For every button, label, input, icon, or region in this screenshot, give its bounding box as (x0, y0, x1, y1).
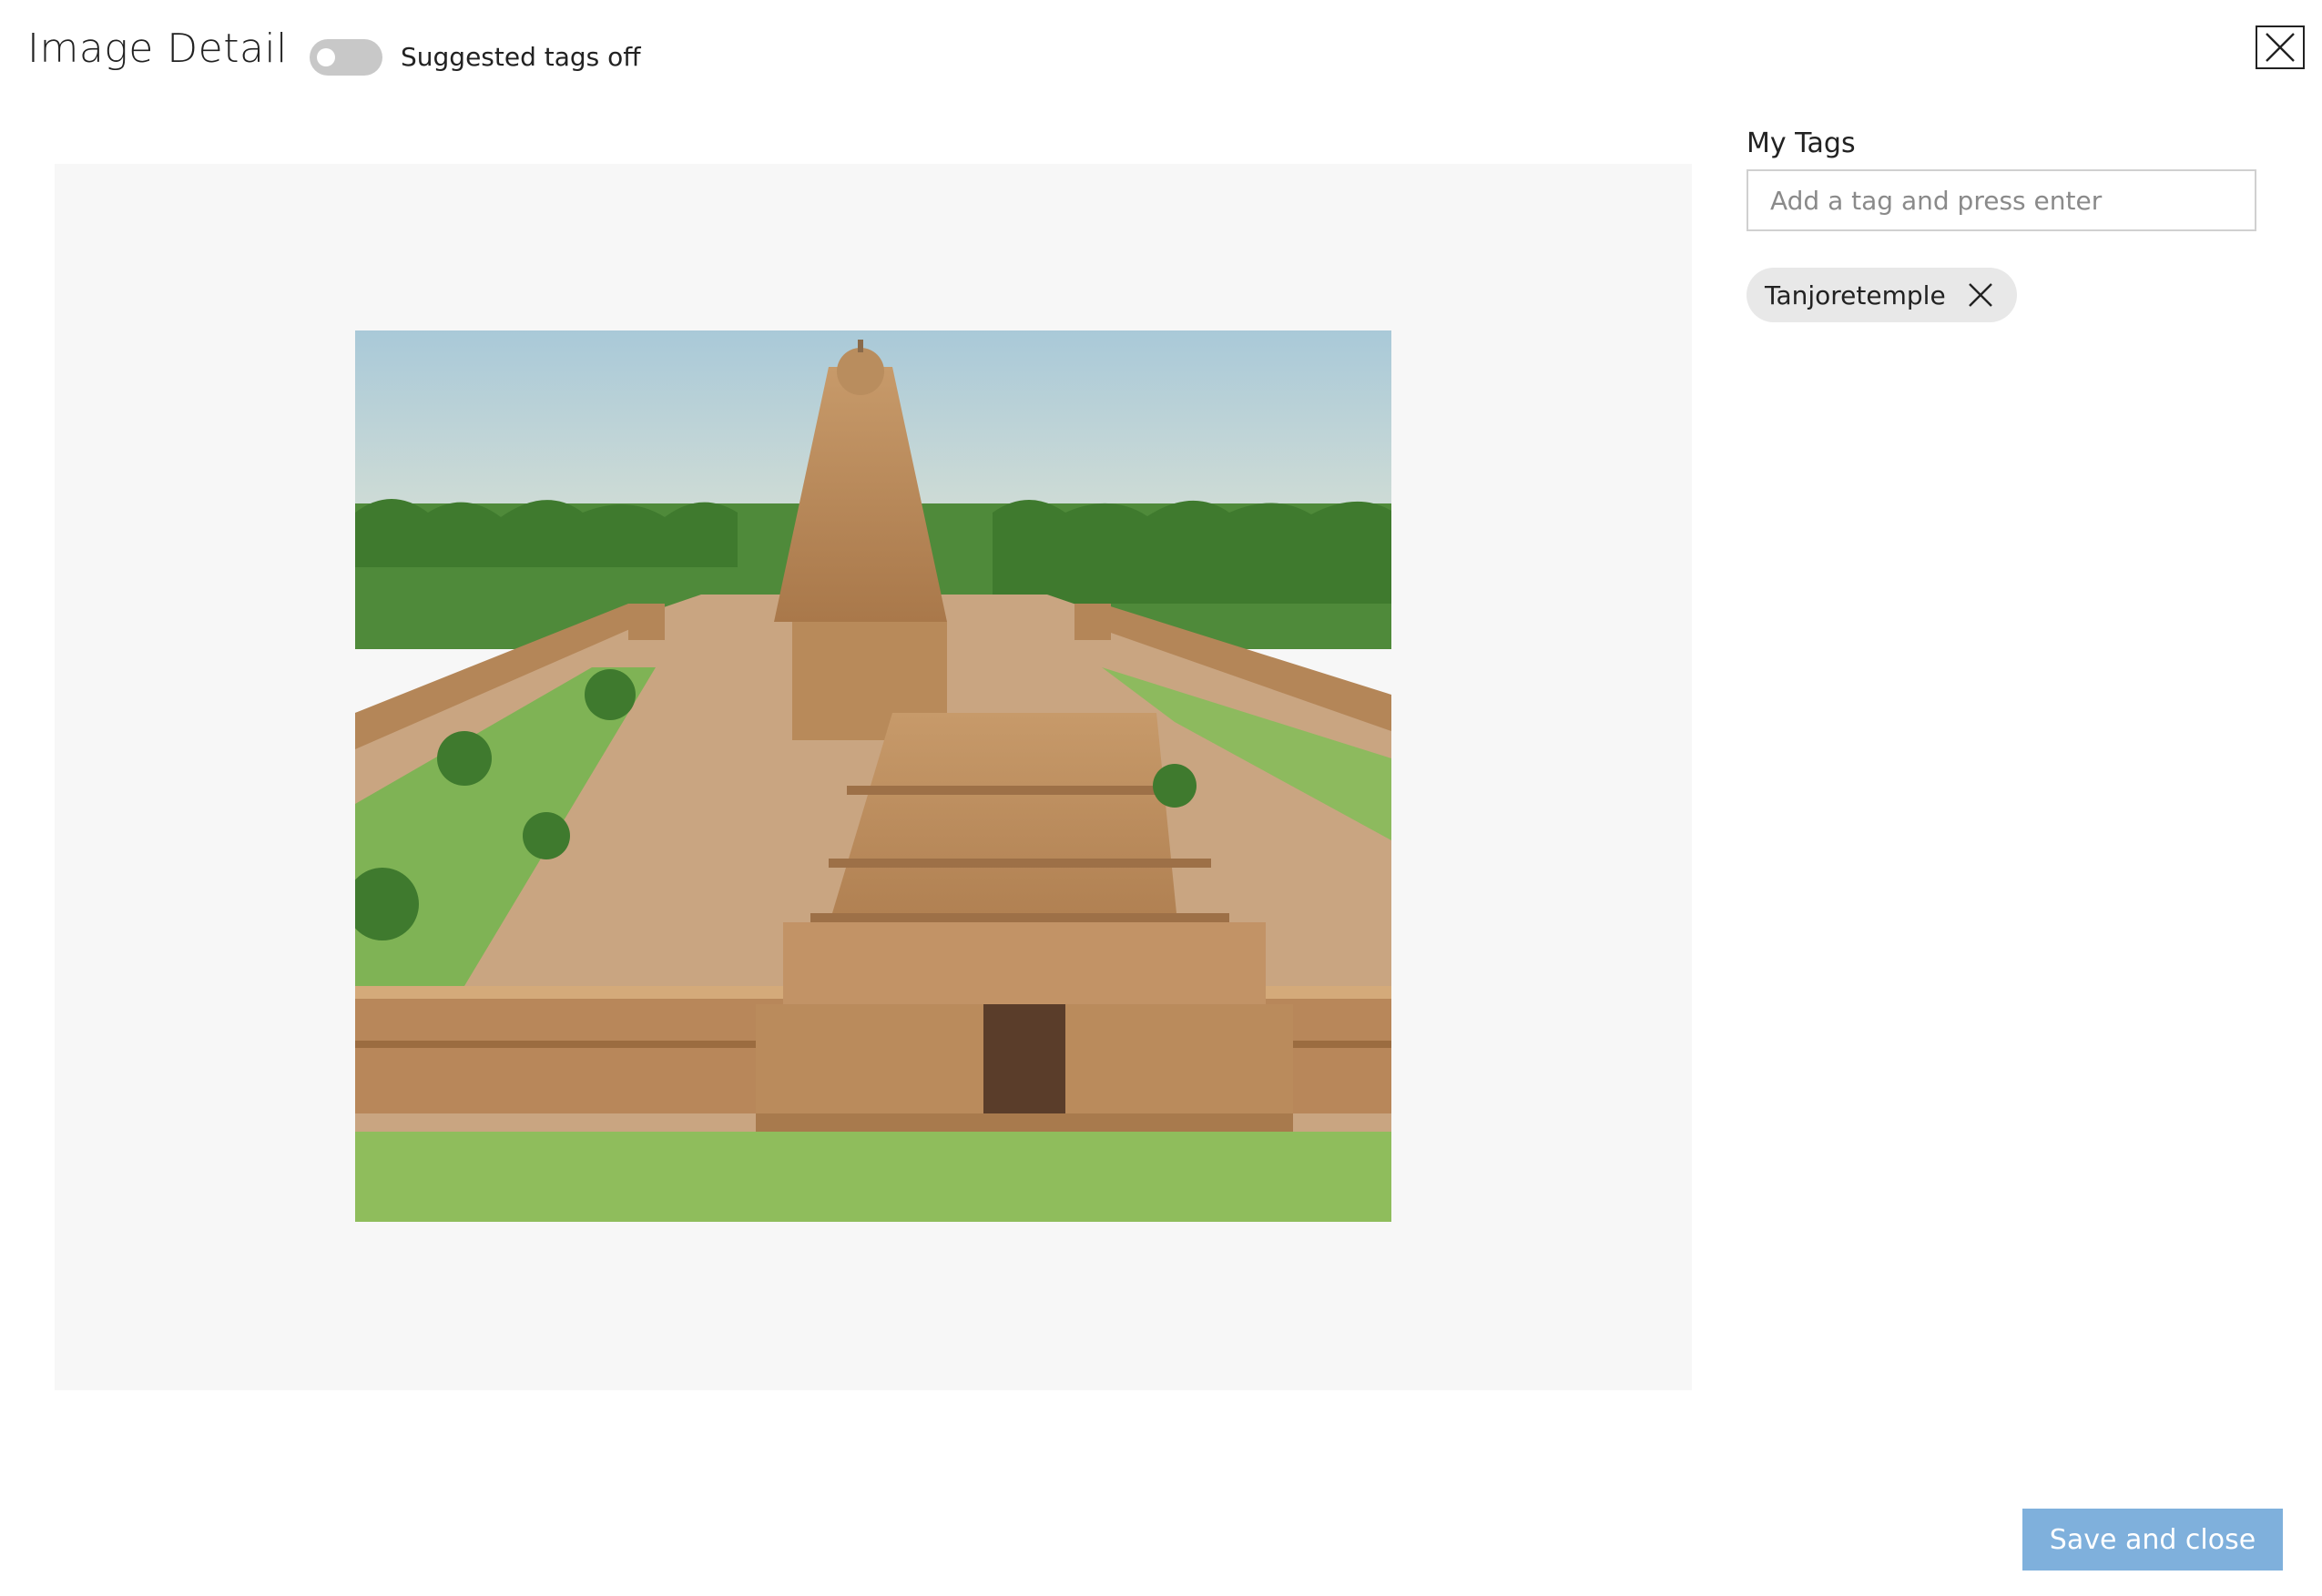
toggle-knob (317, 48, 335, 66)
close-icon (2266, 33, 2295, 62)
save-and-close-button[interactable]: Save and close (2022, 1509, 2283, 1571)
close-icon (1968, 283, 1992, 307)
tag-input[interactable] (1747, 169, 2256, 231)
my-tags-label: My Tags (1747, 127, 1856, 159)
page-title: Image Detail (27, 25, 288, 72)
tag-chip: Tanjoretemple (1747, 268, 2017, 322)
temple-photo (355, 330, 1391, 1222)
suggested-tags-label: Suggested tags off (401, 42, 641, 72)
close-button[interactable] (2256, 25, 2305, 69)
tag-chip-label: Tanjoretemple (1765, 280, 1946, 310)
remove-tag-button[interactable] (1968, 282, 1993, 308)
image-preview-panel (55, 164, 1692, 1390)
suggested-tags-toggle[interactable] (310, 39, 382, 76)
